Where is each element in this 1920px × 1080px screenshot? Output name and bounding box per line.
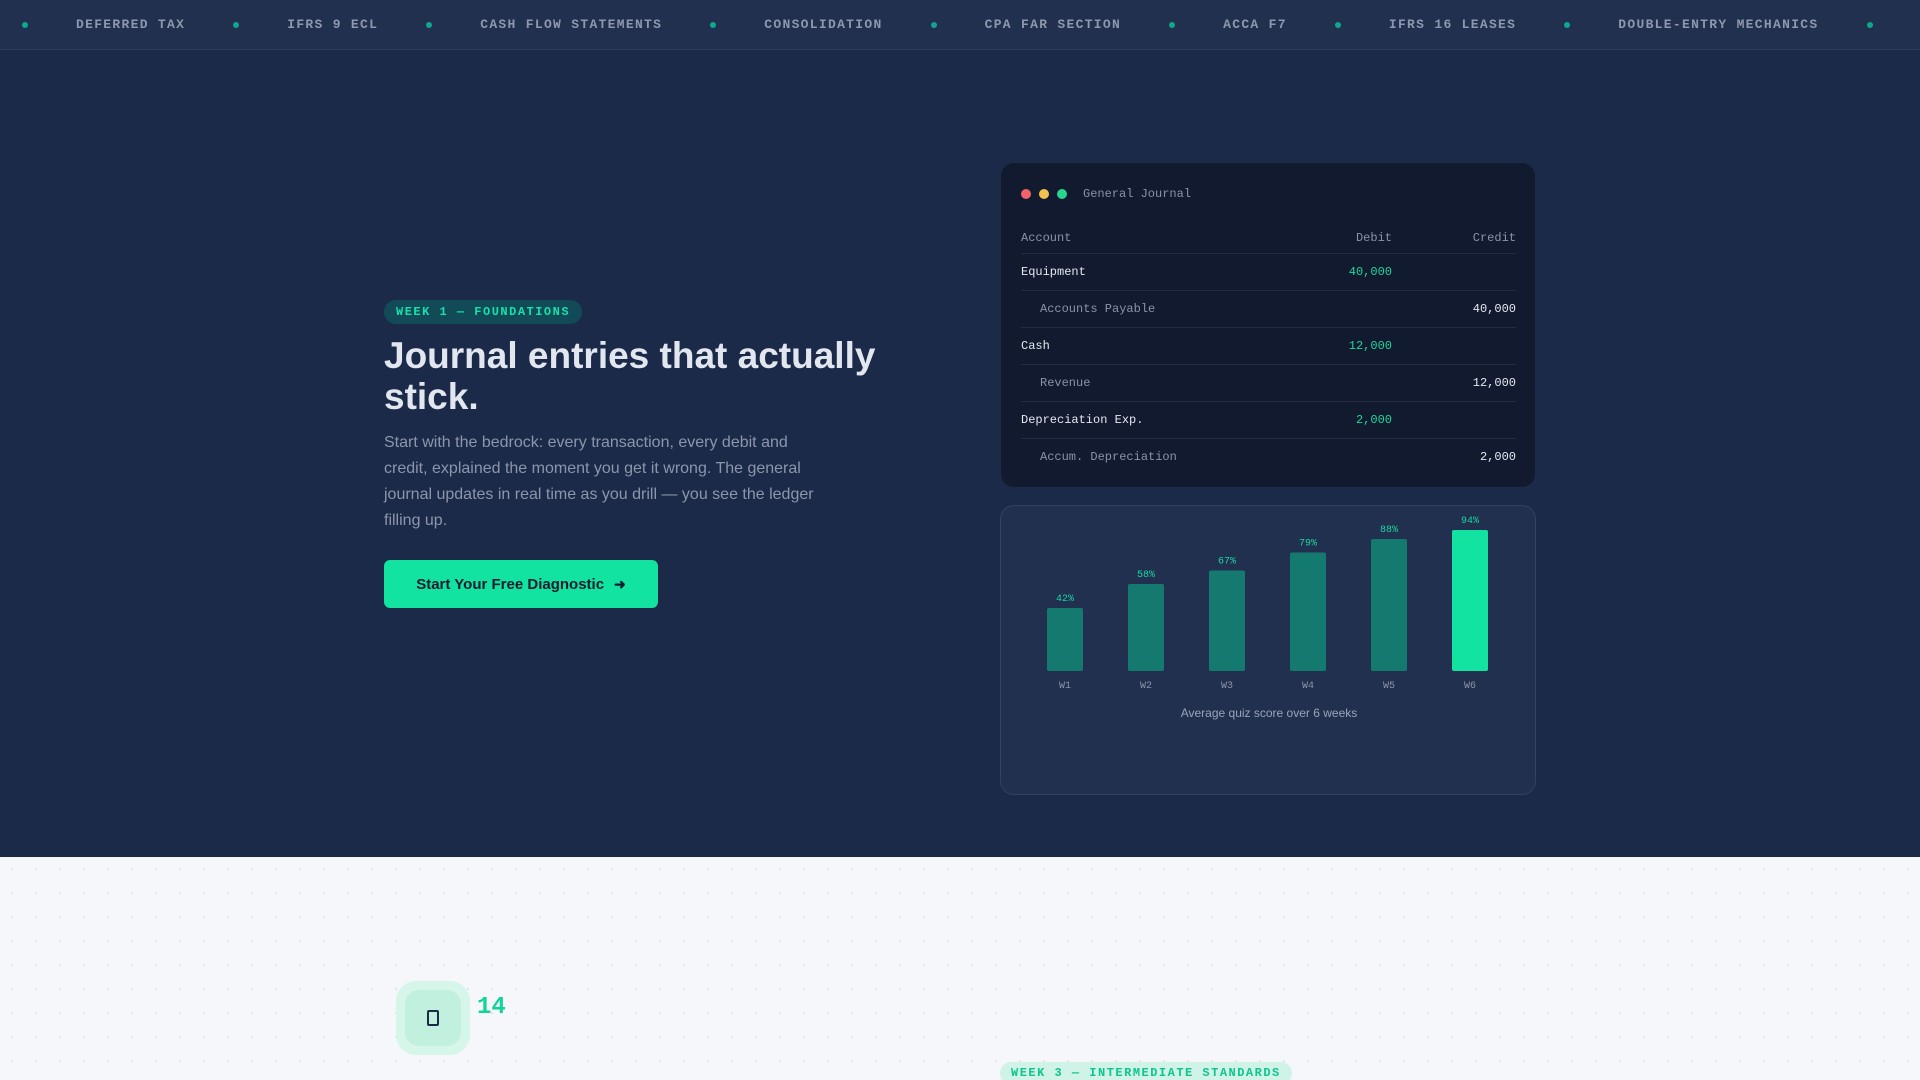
ticker-item: IFRS 16 LEASES [1388,17,1517,32]
chart-caption: Average quiz score over 6 weeks [1180,706,1358,720]
journal-table: Account Debit Credit Equipment 40,000 Acco… [1021,223,1516,475]
journal-row: Equipment 40,000 [1021,253,1516,290]
topic-ticker: DEFERRED TAX IFRS 9 ECL CASH FLOW STATEMEN… [0,0,1920,50]
header-debit: Debit [1355,231,1392,245]
journal-account: Equipment [1021,265,1086,279]
document-icon [405,990,461,1046]
journal-account: Accum. Depreciation [1040,450,1177,464]
chart-bar-w6 [1452,530,1488,671]
ticker-item: DEFERRED TAX [76,17,186,32]
minimize-dot-icon [1039,189,1049,199]
close-dot-icon [1021,189,1031,199]
journal-row: Accum. Depreciation 2,000 [1021,438,1516,475]
stat-value: 14 [477,994,506,1021]
journal-title: General Journal [1083,187,1192,201]
chart-value-label: 58% [1137,570,1155,581]
stat-icon-tile [396,981,470,1055]
chart-bar-w5 [1371,539,1407,671]
window-controls: General Journal [1021,187,1191,201]
week3-badge: WEEK 3 — INTERMEDIATE STANDARDS [1000,1062,1292,1080]
ticker-item: CASH FLOW STATEMENTS [480,17,663,32]
ticker-item: IFRS 9 ECL [287,17,379,32]
chart-bar-w2 [1128,584,1164,671]
journal-debit: 40,000 [1348,265,1392,279]
chart-value-label: 67% [1218,557,1236,568]
chart-tick-label: W6 [1464,681,1476,692]
journal-credit: 2,000 [1479,450,1516,464]
hero-headline: Journal entries that actually stick. [384,335,876,417]
ticker-item: TRIAL BALANCE [1873,17,1920,32]
journal-header-row: Account Debit Credit [1021,223,1516,253]
journal-row: Accounts Payable 40,000 [1021,290,1516,327]
chart-tick-label: W2 [1140,681,1152,692]
header-credit: Credit [1472,231,1516,245]
ticker-track: DEFERRED TAX IFRS 9 ECL CASH FLOW STATEMEN… [0,17,1920,32]
ticker-item: DOUBLE-ENTRY MECHANICS [1618,17,1819,32]
lower-section: 14 WEEK 3 — INTERMEDIATE STANDARDS [0,857,1920,1080]
chart-bar-w4 [1290,552,1326,671]
start-diagnostic-button[interactable]: Start Your Free Diagnostic ➜ [384,560,658,608]
chart-value-label: 79% [1299,539,1317,550]
chart-bar-w1 [1047,608,1083,671]
journal-account: Cash [1021,339,1050,353]
arrow-right-icon: ➜ [614,575,626,592]
journal-row: Cash 12,000 [1021,327,1516,364]
quiz-score-chart-card: 42% W1 58% W2 67% W3 79% W4 88% W5 94% W6 Average q… [1000,505,1536,795]
journal-rows: Equipment 40,000 Accounts Payable 40,000 Cas… [1021,253,1516,475]
journal-debit: 2,000 [1355,413,1392,427]
chart-value-label: 42% [1056,594,1074,605]
ticker-item: CONSOLIDATION [764,17,883,32]
cta-label: Start Your Free Diagnostic [416,575,605,593]
maximize-dot-icon [1057,189,1067,199]
week-badge: WEEK 1 — FOUNDATIONS [384,300,583,324]
hero-subcopy: Start with the bedrock: every transactio… [384,434,814,529]
chart-bar-w3 [1209,570,1245,671]
journal-account: Revenue [1040,376,1091,390]
journal-debit: 12,000 [1348,339,1392,353]
journal-row: Revenue 12,000 [1021,364,1516,401]
chart-tick-label: W4 [1302,681,1314,692]
chart-tick-label: W1 [1059,681,1071,692]
header-account: Account [1021,231,1072,245]
journal-credit: 40,000 [1472,302,1516,316]
hero-section: WEEK 1 — FOUNDATIONS Journal entries tha… [0,50,1920,857]
journal-account: Accounts Payable [1040,302,1156,316]
ticker-item: CPA FAR SECTION [984,17,1122,32]
chart-value-label: 88% [1380,525,1398,536]
quiz-score-chart: 42% W1 58% W2 67% W3 79% W4 88% W5 94% W6 [1047,516,1488,692]
chart-value-label: 94% [1461,516,1479,527]
chart-tick-label: W3 [1221,681,1233,692]
ticker-item: ACCA F7 [1223,17,1287,32]
journal-row: Depreciation Exp. 2,000 [1021,401,1516,438]
journal-account: Depreciation Exp. [1021,413,1144,427]
general-journal-card: General Journal Account Debit Credit Equ… [1000,162,1536,488]
chart-tick-label: W5 [1383,681,1395,692]
journal-credit: 12,000 [1472,376,1516,390]
